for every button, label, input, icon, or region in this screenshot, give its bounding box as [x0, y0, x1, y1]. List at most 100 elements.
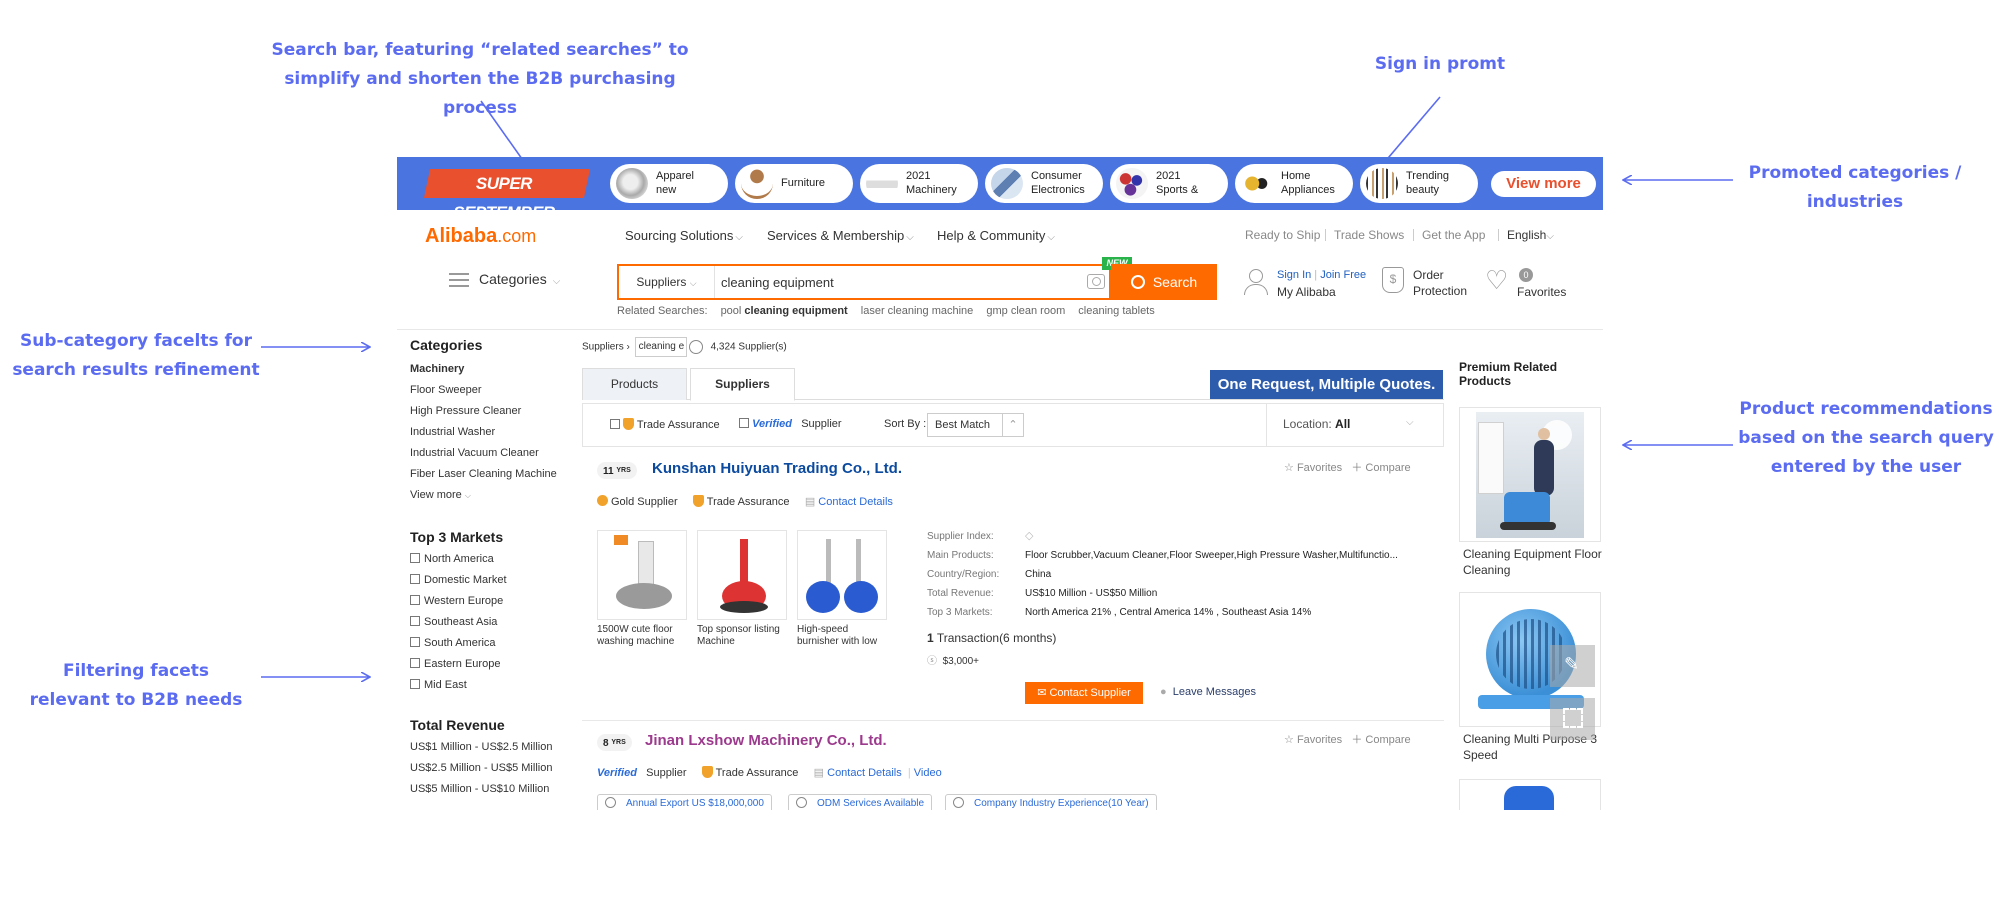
- compare-action[interactable]: Compare: [1365, 734, 1410, 746]
- promo-pill-furniture[interactable]: Furniture: [735, 164, 853, 203]
- categories-menu-button[interactable]: Categories ⌵: [449, 271, 560, 288]
- product-image: [1504, 786, 1554, 810]
- plus-icon[interactable]: ＋: [1351, 462, 1362, 474]
- star-icon[interactable]: ☆: [1284, 462, 1294, 474]
- plus-icon[interactable]: ＋: [1351, 734, 1362, 746]
- nav-sourcing-solutions[interactable]: Sourcing Solutions ⌵: [625, 228, 743, 243]
- transactions: 1 Transaction(6 months): [927, 631, 1057, 645]
- related-search-link[interactable]: cleaning tablets: [1078, 305, 1154, 317]
- annotation-subcategory-line1: Sub-category facelts for: [20, 331, 252, 351]
- trade-assurance-filter[interactable]: Trade Assurance: [610, 418, 720, 431]
- favorites-action[interactable]: Favorites: [1297, 734, 1342, 746]
- order-protection-icon[interactable]: $: [1382, 267, 1404, 293]
- product-card[interactable]: Top sponsor listing Machine: [697, 530, 787, 648]
- view-more-button[interactable]: View more: [1491, 171, 1596, 197]
- super-september-banner[interactable]: SUPER SEPTEMBER: [423, 169, 591, 222]
- chevron-down-icon[interactable]: ⌵: [1406, 417, 1414, 428]
- nav-trade-shows[interactable]: Trade Shows: [1334, 228, 1404, 242]
- video-link[interactable]: Video: [914, 767, 942, 779]
- promo-pill-apparel[interactable]: Apparel new: [610, 164, 728, 203]
- market-filter-checkbox[interactable]: Mid East: [410, 675, 560, 696]
- sort-direction-button[interactable]: ⌃: [1002, 413, 1024, 437]
- contact-details-link[interactable]: Contact Details: [827, 767, 902, 779]
- promo-pill-sports[interactable]: 2021 Sports &: [1110, 164, 1228, 203]
- favorites-count-badge: 0: [1519, 268, 1533, 282]
- my-alibaba-link[interactable]: My Alibaba: [1277, 285, 1336, 299]
- market-filter-checkbox[interactable]: Southeast Asia: [410, 612, 560, 633]
- supplier-name-link[interactable]: Jinan Lxshow Machinery Co., Ltd.: [645, 732, 887, 749]
- one-request-banner[interactable]: One Request, Multiple Quotes.: [1210, 370, 1443, 399]
- compare-action[interactable]: Compare: [1365, 462, 1410, 474]
- supplier-name-link[interactable]: Kunshan Huiyuan Trading Co., Ltd.: [652, 460, 902, 477]
- promo-pill-home[interactable]: Home Appliances: [1235, 164, 1353, 203]
- promo-pill-machinery[interactable]: 2021 Machinery: [860, 164, 978, 203]
- market-filter-checkbox[interactable]: Western Europe: [410, 591, 560, 612]
- revenue-filter-link[interactable]: US$1 Million - US$2.5 Million: [410, 737, 560, 758]
- nav-ready-to-ship[interactable]: Ready to Ship: [1245, 228, 1320, 242]
- nav-services-membership[interactable]: Services & Membership ⌵: [767, 228, 914, 243]
- sidebar-category-machinery[interactable]: Machinery: [410, 359, 560, 380]
- join-free-link[interactable]: Join Free: [1320, 269, 1366, 281]
- sidebar-category[interactable]: Fiber Laser Cleaning Machine: [410, 464, 560, 485]
- related-search-link[interactable]: laser cleaning machine: [861, 305, 974, 317]
- breadcrumb-suppliers[interactable]: Suppliers: [582, 342, 624, 353]
- alibaba-logo[interactable]: Alibaba.com: [425, 225, 536, 248]
- promo-label: Trending: [1406, 170, 1450, 182]
- breadcrumb-search-field[interactable]: cleaning e: [634, 337, 687, 357]
- market-filter-checkbox[interactable]: Domestic Market: [410, 570, 560, 591]
- tab-products[interactable]: Products: [582, 368, 687, 400]
- sidebar-category[interactable]: Industrial Washer: [410, 422, 560, 443]
- camera-icon[interactable]: [1087, 274, 1105, 289]
- annotation-recommendations-line3: entered by the user: [1770, 457, 1962, 477]
- sort-select[interactable]: Best Match: [927, 413, 1003, 437]
- nav-get-the-app[interactable]: Get the App: [1422, 228, 1485, 242]
- verified-supplier-filter[interactable]: Verified Supplier: [739, 418, 842, 430]
- search-type-select[interactable]: Suppliers ⌵: [619, 266, 715, 298]
- qr-code-button[interactable]: [1550, 698, 1595, 740]
- revenue-filter-link[interactable]: US$5 Million - US$10 Million: [410, 779, 560, 800]
- sidebar-category[interactable]: Floor Sweeper: [410, 380, 560, 401]
- search-input[interactable]: [721, 266, 1081, 298]
- sidebar-view-more[interactable]: View more ⌵: [410, 485, 560, 506]
- heart-icon[interactable]: ♡: [1485, 267, 1508, 293]
- related-search-link[interactable]: gmp clean room: [986, 305, 1065, 317]
- search-icon[interactable]: [688, 340, 703, 354]
- verified-label: Verified: [752, 418, 793, 430]
- sidebar-category[interactable]: Industrial Vacuum Cleaner: [410, 443, 560, 464]
- favorites-link[interactable]: Favorites: [1517, 285, 1566, 299]
- supplier-actions: ☆ Favorites ＋ Compare: [1284, 731, 1411, 747]
- market-filter-checkbox[interactable]: South America: [410, 633, 560, 654]
- product-card[interactable]: 1500W cute floor washing machine: [597, 530, 687, 648]
- related-search-link[interactable]: pool cleaning equipment: [721, 305, 848, 317]
- promo-pill-beauty[interactable]: Trending beauty: [1360, 164, 1478, 203]
- shield-icon: [623, 418, 635, 430]
- location-filter[interactable]: Location: All: [1283, 417, 1350, 431]
- product-card[interactable]: High-speed burnisher with low: [797, 530, 887, 648]
- capability-tag: ODM Services Available: [788, 794, 933, 810]
- checkbox-icon: [610, 419, 620, 429]
- market-filter-checkbox[interactable]: Eastern Europe: [410, 654, 560, 675]
- order-protection-link[interactable]: Order Protection: [1413, 267, 1467, 299]
- nav-label: Services & Membership: [767, 228, 905, 243]
- sign-in-link[interactable]: Sign In: [1277, 269, 1311, 281]
- promo-pill-electronics[interactable]: Consumer Electronics: [985, 164, 1103, 203]
- search-button[interactable]: Search: [1111, 264, 1217, 300]
- user-icon[interactable]: [1243, 269, 1268, 295]
- sidebar-category[interactable]: High Pressure Cleaner: [410, 401, 560, 422]
- contact-details-link[interactable]: Contact Details: [818, 496, 893, 508]
- favorites-action[interactable]: Favorites: [1297, 462, 1342, 474]
- revenue-filter-link[interactable]: US$2.5 Million - US$5 Million: [410, 758, 560, 779]
- star-icon[interactable]: ☆: [1284, 734, 1294, 746]
- nav-language[interactable]: English⌵: [1507, 228, 1554, 242]
- sort-by-label: Sort By :: [884, 418, 927, 430]
- promo-bar: SUPER SEPTEMBER Apparel new Furniture 202…: [397, 157, 1603, 222]
- leave-messages-link[interactable]: ● Leave Messages: [1160, 686, 1256, 698]
- premium-product-card[interactable]: [1459, 407, 1601, 542]
- market-filter-checkbox[interactable]: North America: [410, 549, 560, 570]
- edit-feedback-button[interactable]: ✎: [1550, 645, 1595, 687]
- nav-help-community[interactable]: Help & Community ⌵: [937, 228, 1055, 243]
- tab-suppliers[interactable]: Suppliers: [690, 368, 795, 401]
- contact-supplier-button[interactable]: ✉ Contact Supplier: [1025, 682, 1143, 704]
- premium-product-card[interactable]: [1459, 779, 1601, 810]
- promo-sublabel: Machinery: [906, 184, 957, 196]
